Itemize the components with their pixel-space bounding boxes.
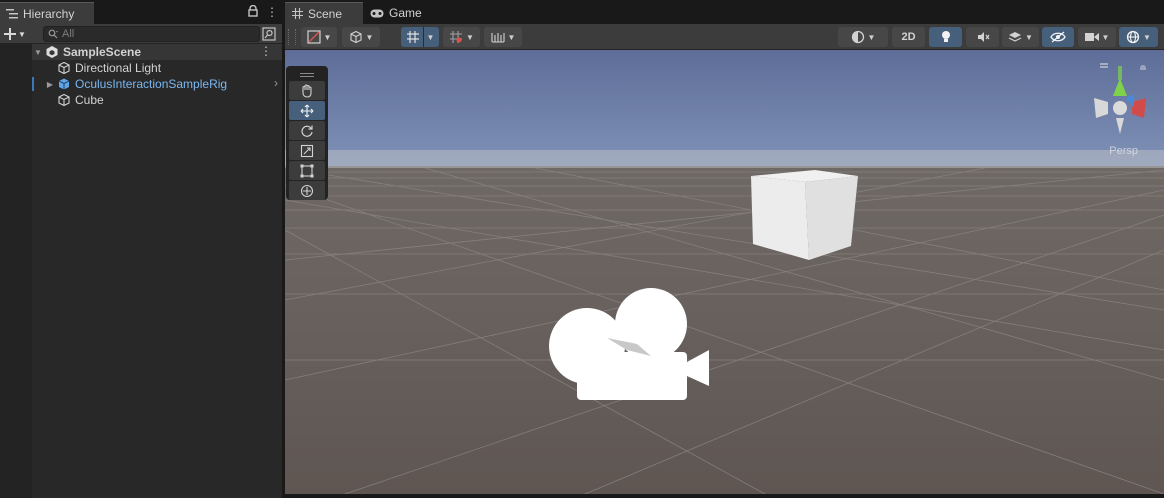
chevron-down-icon: ▼: [365, 32, 374, 42]
gizmo-globe-icon: [1126, 30, 1140, 44]
rotate-tool-button[interactable]: [289, 121, 325, 140]
tab-game[interactable]: Game: [363, 2, 433, 24]
camera-dropdown[interactable]: ▼: [1078, 27, 1116, 47]
expand-arrow-icon[interactable]: ▼: [32, 48, 44, 57]
scene-row[interactable]: ▼ SampleScene ⋮: [32, 44, 282, 60]
hand-tool-button[interactable]: [289, 81, 325, 100]
hand-icon: [302, 83, 312, 98]
list-item[interactable]: Cube: [32, 92, 282, 108]
scale-icon: [300, 144, 314, 157]
chevron-down-icon: ▼: [867, 32, 876, 42]
toolbar-grip[interactable]: [288, 29, 296, 45]
gameobject-cube-icon: [56, 92, 72, 108]
create-button[interactable]: ▼: [4, 25, 34, 43]
hierarchy-panel: Hierarchy ⋮ ▼ ▼ SampleScene ⋮: [0, 0, 282, 498]
transform-tool-button[interactable]: [289, 181, 325, 200]
gizmos-dropdown[interactable]: ▼: [1119, 27, 1158, 47]
prefab-cube-icon: [56, 76, 72, 92]
item-label: Directional Light: [75, 61, 162, 75]
move-tool-button[interactable]: [289, 101, 325, 120]
chevron-down-icon: ▼: [1101, 32, 1110, 42]
scene-ground-grid: [285, 150, 1164, 494]
scene-menu-icon[interactable]: ⋮: [260, 44, 272, 58]
audio-toggle[interactable]: [966, 27, 999, 47]
scene-name: SampleScene: [63, 45, 142, 59]
hierarchy-gutter: [0, 44, 32, 498]
hierarchy-toolbar: ▼: [0, 24, 282, 44]
camera-icon: [1084, 33, 1099, 41]
scale-tool-button[interactable]: [289, 141, 325, 160]
chevron-down-icon: ▼: [1143, 32, 1151, 42]
scene-panel: Scene Game ▼ ▼ ▼ ▼ ▼ ▼ 2D ▼ ▼ ▼ Persp: [285, 0, 1164, 498]
scene-viewport[interactable]: Persp: [285, 50, 1164, 494]
chevron-down-icon: ▼: [18, 29, 26, 39]
item-label: Cube: [75, 93, 104, 107]
grid-icon: [292, 8, 303, 19]
orientation-gizmo[interactable]: [1082, 58, 1152, 154]
overlay-drag-handle[interactable]: [289, 70, 325, 80]
rect-tool-button[interactable]: [289, 161, 325, 180]
chevron-down-icon: ▼: [466, 32, 474, 42]
item-label: OculusInteractionSampleRig: [75, 77, 228, 91]
lightbulb-icon: [941, 31, 950, 42]
chevron-right-icon[interactable]: ›: [274, 76, 278, 90]
plus-icon: [4, 28, 16, 40]
audio-mute-icon: [977, 32, 989, 42]
hierarchy-list-icon: [6, 8, 18, 18]
separator: [422, 27, 424, 47]
expand-arrow-icon[interactable]: ▶: [44, 80, 56, 89]
2d-toggle-button[interactable]: 2D: [892, 27, 925, 47]
render-mode-dropdown[interactable]: ▼: [342, 27, 380, 47]
lighting-toggle[interactable]: [929, 27, 962, 47]
grid-snap-icon: [406, 31, 419, 43]
search-input[interactable]: [62, 28, 242, 40]
hierarchy-tabbar: Hierarchy ⋮: [0, 0, 282, 24]
rotate-icon: [301, 125, 313, 137]
sphere-icon: [851, 30, 864, 44]
gamepad-icon: [370, 9, 384, 17]
rect-transform-icon: [300, 164, 314, 177]
tab-scene[interactable]: Scene: [285, 2, 363, 24]
ruler-icon: [490, 33, 505, 43]
unity-scene-icon: [44, 44, 60, 60]
scene-visibility-icon[interactable]: [262, 27, 276, 41]
shading-mode-icon: [306, 30, 321, 44]
chevron-down-icon: ▼: [323, 32, 332, 42]
tab-hierarchy-label: Hierarchy: [23, 6, 75, 21]
eye-slash-icon: [1050, 31, 1066, 43]
cube-object[interactable]: [751, 170, 858, 260]
chevron-down-icon: ▼: [507, 32, 516, 42]
search-icon: [48, 29, 58, 39]
projection-label[interactable]: Persp: [1109, 145, 1138, 157]
list-item[interactable]: Directional Light: [32, 60, 282, 76]
increment-snap-icon: [450, 31, 463, 43]
transform-icon: [300, 184, 314, 197]
draw-mode-dropdown[interactable]: ▼: [301, 27, 337, 47]
effects-dropdown[interactable]: ▼: [1002, 27, 1039, 47]
lock-icon[interactable]: [248, 4, 258, 20]
scene-visibility-toggle[interactable]: [1042, 27, 1074, 47]
chevron-down-icon: ▼: [1025, 32, 1033, 42]
ruler-dropdown[interactable]: ▼: [484, 27, 522, 47]
hierarchy-tree: ▼ SampleScene ⋮ Directional Light ▶ Ocul…: [32, 44, 282, 108]
scene-bottom-border: [285, 494, 1164, 498]
tools-overlay: [286, 66, 328, 200]
increment-snap-toggle[interactable]: ▼: [443, 27, 480, 47]
chevron-down-icon: ▼: [426, 32, 435, 42]
layers-icon: [1008, 32, 1022, 42]
tab-game-label: Game: [389, 6, 422, 20]
hierarchy-search[interactable]: [43, 26, 260, 42]
gameobject-cube-icon: [56, 60, 72, 76]
tab-menu-icon[interactable]: ⋮: [266, 5, 278, 19]
grid-snapping-toggle[interactable]: ▼: [401, 27, 439, 47]
cube-icon: [349, 30, 362, 44]
move-arrows-icon: [300, 104, 314, 117]
tab-scene-label: Scene: [308, 6, 343, 21]
tab-hierarchy[interactable]: Hierarchy: [0, 2, 94, 24]
shading-sphere-dropdown[interactable]: ▼: [838, 27, 888, 47]
list-item[interactable]: ▶ OculusInteractionSampleRig ›: [32, 76, 282, 92]
scene-toolbar: ▼ ▼ ▼ ▼ ▼ ▼ 2D ▼ ▼ ▼: [285, 24, 1164, 50]
